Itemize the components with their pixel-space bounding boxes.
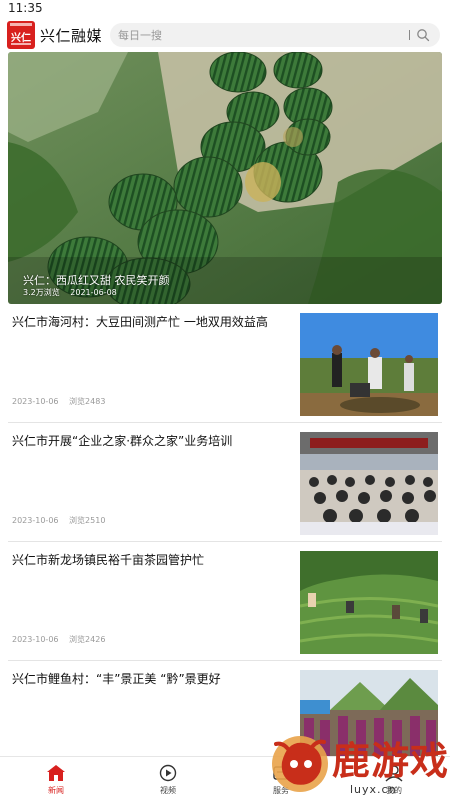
news-views: 浏览2510: [69, 516, 106, 525]
news-date: 2023-10-06: [12, 397, 59, 406]
banner-views: 3.2万浏览: [23, 288, 60, 297]
search-input[interactable]: 每日一搜: [110, 23, 440, 47]
news-item[interactable]: 兴仁市海河村：大豆田间测产忙 一地双用效益高 2023-10-06 浏览2483: [0, 304, 450, 423]
banner-image: [8, 52, 442, 304]
status-bar: 11:35: [0, 0, 450, 18]
news-thumbnail: [300, 551, 438, 654]
news-meta: 2023-10-06 浏览2483: [12, 396, 113, 407]
news-title: 兴仁市新龙场镇民裕千亩茶园管护忙: [12, 553, 205, 567]
news-thumbnail: [300, 313, 438, 416]
news-views: 浏览2426: [69, 635, 106, 644]
home-icon: [47, 765, 65, 781]
news-meta: 2023-10-06 浏览2510: [12, 515, 113, 526]
news-title: 兴仁市海河村：大豆田间测产忙 一地双用效益高: [12, 315, 268, 329]
watermark-url: luyx.cn: [350, 783, 397, 796]
app-header: 兴仁 兴仁融媒 每日一搜: [0, 18, 450, 52]
news-title: 兴仁市开展“企业之家·群众之家”业务培训: [12, 434, 233, 448]
news-item[interactable]: 兴仁市开展“企业之家·群众之家”业务培训 2023-10-06 浏览2510: [0, 423, 450, 542]
banner-carousel[interactable]: 兴仁：西瓜红又甜 农民笑开颜 3.2万浏览 2021-06-08: [8, 52, 442, 304]
news-date: 2023-10-06: [12, 516, 59, 525]
search-icon[interactable]: [416, 28, 430, 42]
status-time: 11:35: [8, 1, 43, 15]
tab-video-label: 视频: [160, 786, 176, 795]
tab-video[interactable]: 视频: [112, 757, 224, 800]
app-title: 兴仁融媒: [40, 27, 103, 45]
play-icon: [159, 764, 177, 782]
banner-date: 2021-06-08: [70, 288, 117, 297]
watermark-logo-icon: [272, 736, 328, 792]
search-placeholder: 每日一搜: [118, 29, 162, 42]
banner-title: 兴仁：西瓜红又甜 农民笑开颜: [23, 274, 170, 287]
news-item[interactable]: 兴仁市新龙场镇民裕千亩茶园管护忙 2023-10-06 浏览2426: [0, 542, 450, 661]
logo-text: 兴仁: [11, 33, 31, 44]
tab-news-label: 新闻: [48, 786, 64, 795]
news-meta: 2023-10-06 浏览2426: [12, 634, 113, 645]
news-thumbnail: [300, 432, 438, 535]
news-date: 2023-10-06: [12, 635, 59, 644]
news-views: 浏览2483: [69, 397, 106, 406]
news-title: 兴仁市鲤鱼村：“丰”景正美 “黔”景更好: [12, 672, 221, 686]
app-logo[interactable]: 兴仁: [7, 21, 35, 49]
banner-meta: 3.2万浏览 2021-06-08: [23, 287, 125, 298]
search-divider: [409, 30, 410, 40]
tab-news[interactable]: 新闻: [0, 757, 112, 800]
watermark: 鹿游戏 luyx.cn: [268, 728, 450, 800]
watermark-text: 鹿游戏: [332, 739, 450, 783]
